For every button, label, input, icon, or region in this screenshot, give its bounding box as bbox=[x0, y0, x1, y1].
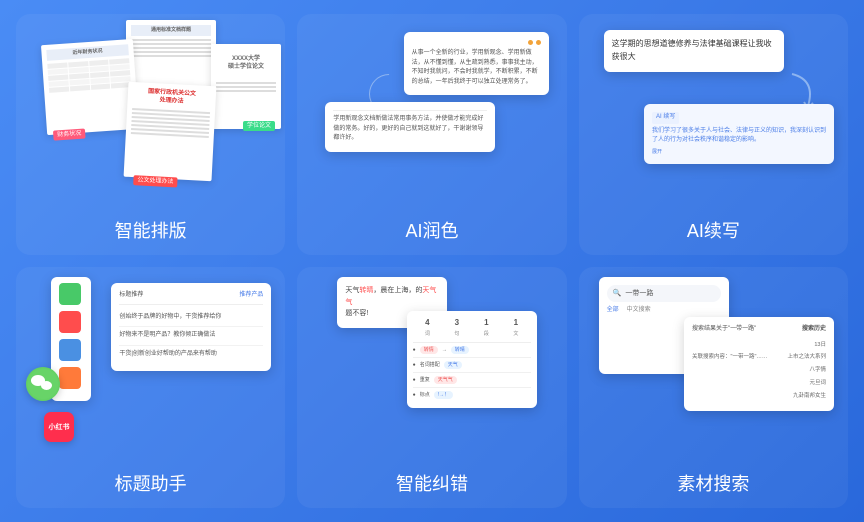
card-title: AI润色 bbox=[405, 217, 458, 243]
feature-card-titlehelper[interactable]: 标题推荐 推荐产品 创始终于品牌的好物中，干货推荐给你 好物来不是明产品？教你倾… bbox=[16, 267, 285, 508]
xiaohongshu-icon: 小红书 bbox=[44, 412, 74, 442]
feature-card-search[interactable]: 🔍 一带一路 全部 中文搜索 搜索结果关于"一带一路" 搜索历史 13日 关联搜… bbox=[579, 267, 848, 508]
card-title: 素材搜索 bbox=[677, 470, 749, 496]
title-suggestion[interactable]: 好物来不是明产品？教你倾正确做法 bbox=[119, 327, 263, 346]
panel-tab[interactable]: 推荐产品 bbox=[239, 291, 263, 301]
continue-output: 我们学习了很多关于人与社会、法律与正义的知识，我深刻认识到了人的行为对社会秩序和… bbox=[652, 127, 826, 146]
continue-illustration: 这学期的思想道德修养与法律基础课程让我收获很大 AI 续写 我们学习了很多关于人… bbox=[589, 24, 838, 210]
ai-badge: AI 续写 bbox=[652, 112, 679, 124]
correct-illustration: 天气转晴，晨在上海，的天气气题不容! 4词 3句 1段 1文 ●转情→转晴 ●名… bbox=[307, 277, 556, 463]
card-title: 标题助手 bbox=[115, 470, 187, 496]
feature-card-correct[interactable]: 天气转晴，晨在上海，的天气气题不容! 4词 3句 1段 1文 ●转情→转晴 ●名… bbox=[297, 267, 566, 508]
history-item[interactable]: 九卦南邦女生 bbox=[692, 390, 826, 403]
title-suggestion[interactable]: 干货|创新创业好帮助的产品来有帮助 bbox=[119, 346, 263, 364]
history-item[interactable]: 13日 bbox=[692, 339, 826, 352]
history-item[interactable]: 关联搜索内容："一带一路"……上市之法大系列 bbox=[692, 351, 826, 364]
platform-icon-weibo bbox=[59, 311, 81, 333]
doc-tag: 学位论文 bbox=[243, 121, 275, 131]
platform-icon-other2 bbox=[59, 367, 81, 389]
search-tab[interactable]: 中文搜索 bbox=[627, 306, 651, 316]
polish-illustration: 从事一个全新的行业，学用新观念、学用新做法，从不懂到懂，从生疏到熟悉，事事我主动… bbox=[307, 24, 556, 210]
card-title: AI续写 bbox=[687, 217, 740, 243]
search-input[interactable]: 🔍 一带一路 bbox=[607, 285, 721, 302]
doc-tag: 财务状况 bbox=[53, 128, 86, 141]
history-item[interactable]: 元旦词 bbox=[692, 377, 826, 390]
panel-header: 标题推荐 bbox=[119, 291, 143, 301]
expand-link[interactable]: 展开 bbox=[652, 148, 826, 156]
feature-card-continue[interactable]: 这学期的思想道德修养与法律基础课程让我收获很大 AI 续写 我们学习了很多关于人… bbox=[579, 14, 848, 255]
card-title: 智能纠错 bbox=[396, 470, 468, 496]
correction-row[interactable]: ●重复天气气 bbox=[413, 373, 531, 388]
correction-row[interactable]: ●转情→转晴 bbox=[413, 343, 531, 358]
history-label: 搜索历史 bbox=[802, 325, 826, 335]
title-suggestion[interactable]: 创始终于品牌的好物中，干货推荐给你 bbox=[119, 309, 263, 328]
search-illustration: 🔍 一带一路 全部 中文搜索 搜索结果关于"一带一路" 搜索历史 13日 关联搜… bbox=[589, 277, 838, 463]
continue-prompt: 这学期的思想道德修养与法律基础课程让我收获很大 bbox=[612, 38, 776, 64]
polish-before-text: 从事一个全新的行业，学用新观念、学用新做法，从不懂到懂，从生疏到熟悉，事事我主动… bbox=[412, 49, 541, 87]
search-icon: 🔍 bbox=[613, 288, 622, 299]
doc-header: 国家行政机关公文 处理办法 bbox=[132, 87, 211, 108]
feature-card-polish[interactable]: 从事一个全新的行业，学用新观念、学用新做法，从不懂到懂，从生疏到熟悉，事事我主动… bbox=[297, 14, 566, 255]
search-tab[interactable]: 全部 bbox=[607, 306, 619, 316]
wechat-icon bbox=[26, 367, 60, 401]
history-item[interactable]: 八字情 bbox=[692, 364, 826, 377]
doc-header: 通用标准文档样题 bbox=[131, 25, 211, 36]
platform-icon-other bbox=[59, 339, 81, 361]
card-title: 智能排版 bbox=[115, 217, 187, 243]
doc-subtitle: 硕士学位论文 bbox=[216, 63, 276, 71]
correction-row[interactable]: ●标点!→！ bbox=[413, 388, 531, 402]
layout-illustration: 通用标准文档样题 近年财务状况 财务状况 XXXX大学 硕士学位论文 学位论文 bbox=[26, 24, 275, 210]
doc-tag: 公文处理办法 bbox=[133, 175, 177, 188]
feature-card-layout[interactable]: 通用标准文档样题 近年财务状况 财务状况 XXXX大学 硕士学位论文 学位论文 bbox=[16, 14, 285, 255]
correction-row[interactable]: ●名词搭配天气 bbox=[413, 358, 531, 373]
platform-icon-wechat bbox=[59, 283, 81, 305]
titlehelper-illustration: 标题推荐 推荐产品 创始终于品牌的好物中，干货推荐给你 好物来不是明产品？教你倾… bbox=[26, 277, 275, 463]
doc-title: XXXX大学 bbox=[216, 55, 276, 63]
polish-after-text: 学用新观念文档新做法常用事务方法，并使做才能完成好做的常务。好的，更好的自己就到… bbox=[333, 115, 487, 144]
result-heading: 搜索结果关于"一带一路" bbox=[692, 325, 756, 335]
